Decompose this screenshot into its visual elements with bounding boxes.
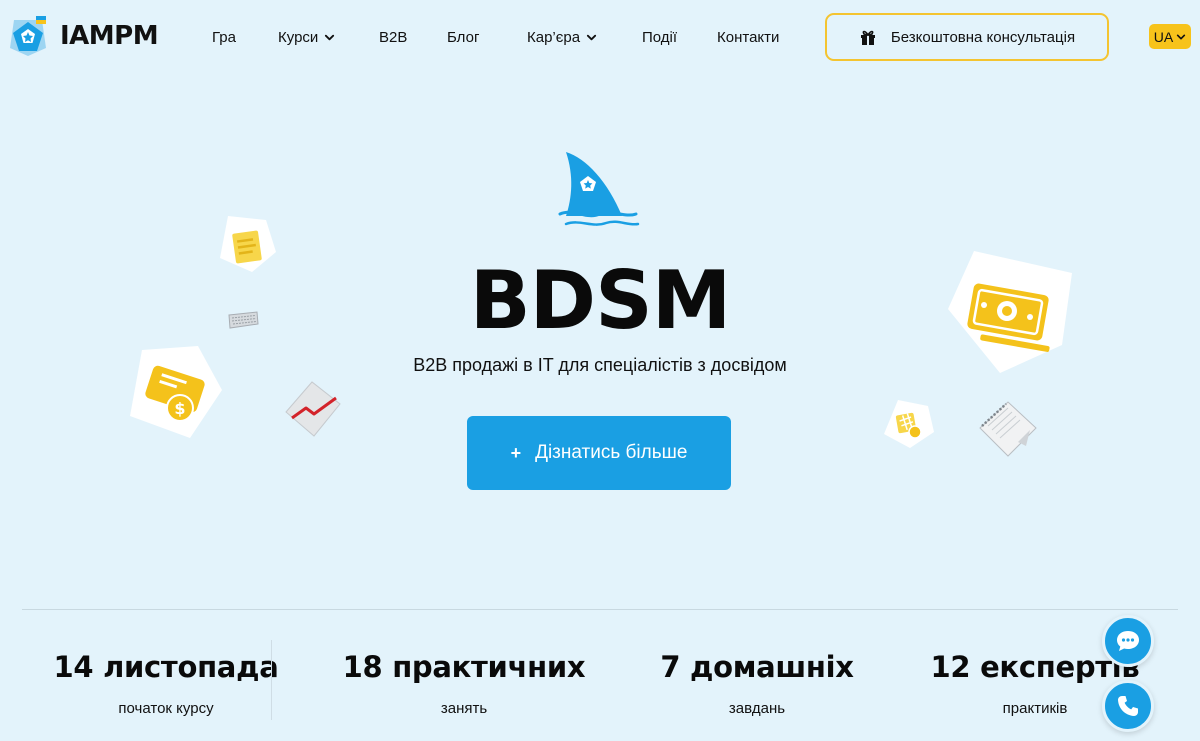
gift-icon bbox=[860, 30, 875, 45]
learn-more-button[interactable]: + Дізнатись більше bbox=[467, 416, 731, 490]
svg-text:$: $ bbox=[174, 399, 185, 418]
stat-value: 18 практичних bbox=[342, 650, 586, 684]
money-banknote-icon bbox=[948, 251, 1072, 373]
growth-chart-icon bbox=[285, 381, 341, 437]
keyboard-icon bbox=[228, 311, 259, 329]
logo-icon bbox=[10, 16, 46, 56]
site-header: IAMPM Гра Курси B2B Блог Кар’єра Події К… bbox=[0, 0, 1200, 74]
nav-item-career[interactable]: Кар’єра bbox=[527, 27, 597, 47]
payment-card-icon: $ bbox=[130, 346, 222, 438]
nav-item-b2b[interactable]: B2B bbox=[379, 27, 407, 47]
document-icon bbox=[220, 216, 276, 272]
nav-item-contacts[interactable]: Контакти bbox=[717, 27, 779, 47]
nav-item-label: B2B bbox=[379, 28, 408, 46]
nav-item-label: Курси bbox=[278, 28, 319, 46]
free-consultation-label: Безкоштовна консультація bbox=[890, 28, 1076, 46]
section-divider bbox=[22, 609, 1178, 610]
plus-icon: + bbox=[510, 442, 522, 463]
nav-item-label: Контакти bbox=[717, 28, 780, 46]
call-button[interactable] bbox=[1102, 680, 1154, 732]
nav-item-blog[interactable]: Блог bbox=[447, 27, 479, 47]
stat-label: завдань bbox=[728, 700, 786, 717]
nav-item-label: Блог bbox=[447, 28, 480, 46]
logo-link[interactable]: IAMPM bbox=[6, 14, 159, 58]
nav-item-events[interactable]: Події bbox=[642, 27, 677, 47]
language-current: UA bbox=[1153, 28, 1174, 45]
language-selector[interactable]: UA bbox=[1149, 24, 1191, 49]
notepad-icon bbox=[979, 401, 1037, 457]
shark-fin-icon bbox=[558, 152, 640, 226]
stat-practical-lessons: 18 практичних занять bbox=[314, 650, 614, 717]
chevron-down-icon bbox=[587, 34, 597, 40]
logo-text: IAMPM bbox=[60, 21, 159, 51]
nav-item-label: Гра bbox=[212, 28, 236, 46]
stat-label: занять bbox=[440, 700, 488, 717]
phone-icon bbox=[1118, 696, 1138, 716]
chat-bubble-icon bbox=[1117, 631, 1139, 651]
learn-more-label: Дізнатись більше bbox=[535, 442, 688, 463]
stat-separator bbox=[271, 640, 272, 720]
chat-button[interactable] bbox=[1102, 615, 1154, 667]
nav-item-label: Події bbox=[642, 28, 678, 46]
stat-value: 7 домашніх bbox=[660, 650, 854, 684]
calculator-icon bbox=[884, 400, 934, 448]
nav-item-courses[interactable]: Курси bbox=[278, 27, 335, 47]
free-consultation-button[interactable]: Безкоштовна консультація bbox=[825, 13, 1109, 61]
nav-item-game[interactable]: Гра bbox=[212, 27, 236, 47]
nav-item-label: Кар’єра bbox=[527, 28, 581, 46]
chevron-down-icon bbox=[325, 34, 335, 40]
chevron-down-icon bbox=[1177, 34, 1186, 39]
stat-homework: 7 домашніх завдань bbox=[607, 650, 907, 717]
